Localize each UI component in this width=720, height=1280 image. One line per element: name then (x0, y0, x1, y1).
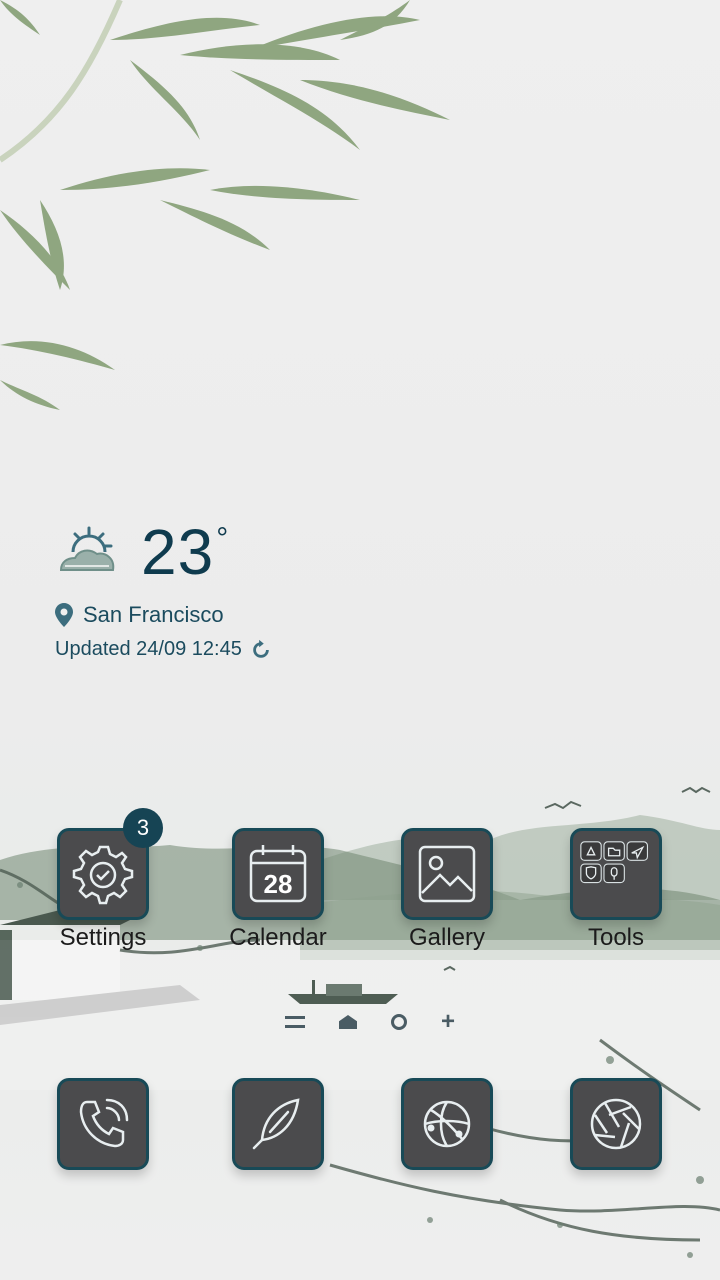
app-label: Gallery (408, 924, 486, 951)
phone-tile[interactable] (57, 1078, 149, 1170)
browser-tile[interactable] (401, 1078, 493, 1170)
dock-camera[interactable] (570, 1078, 662, 1170)
dock-browser[interactable] (401, 1078, 493, 1170)
calendar-day: 28 (264, 869, 293, 899)
app-gallery[interactable]: Gallery (401, 828, 493, 951)
notes-tile[interactable] (232, 1078, 324, 1170)
updated-time: Updated 24/09 12:45 (55, 638, 242, 660)
city-name: San Francisco (83, 602, 224, 627)
degree-symbol: ° (216, 522, 230, 555)
camera-tile[interactable] (570, 1078, 662, 1170)
refresh-icon[interactable] (250, 639, 272, 661)
aperture-icon (590, 1098, 642, 1150)
page-indicator-lines-icon (285, 1016, 305, 1028)
weather-widget[interactable]: 23° San Francisco Updated 24/09 12:45 (55, 520, 272, 661)
image-icon (418, 845, 476, 903)
folder-label: Tools (587, 924, 645, 951)
page-indicator-dot-icon (391, 1014, 407, 1030)
dock-notes[interactable] (232, 1078, 324, 1170)
folder-tile[interactable] (570, 828, 662, 920)
calendar-tile[interactable]: 28 (232, 828, 324, 920)
weather-main: 23° (55, 520, 272, 584)
phone-icon (79, 1098, 129, 1148)
notification-badge: 3 (123, 808, 163, 848)
temperature: 23° (141, 520, 229, 584)
folder-tools[interactable]: Tools (570, 828, 662, 951)
location-pin-icon (55, 603, 73, 627)
page-indicator[interactable]: + (285, 1010, 455, 1034)
temperature-value: 23 (141, 516, 215, 588)
dock-phone[interactable] (57, 1078, 149, 1170)
app-label: Settings (59, 924, 147, 951)
folder-icon (580, 841, 649, 884)
globe-icon (423, 1100, 471, 1148)
app-label: Calendar (229, 924, 327, 951)
feather-icon (252, 1098, 300, 1150)
page-indicator-plus-icon[interactable]: + (441, 1010, 455, 1034)
calendar-icon: 28 (249, 845, 307, 903)
app-calendar[interactable]: 28 Calendar (229, 828, 327, 951)
page-indicator-home-icon (339, 1015, 357, 1029)
partly-sunny-icon (59, 526, 115, 571)
gear-check-icon (72, 845, 134, 905)
gallery-tile[interactable] (401, 828, 493, 920)
app-settings[interactable]: 3 Settings (57, 808, 163, 951)
location: San Francisco (55, 602, 272, 628)
updated-row: Updated 24/09 12:45 (55, 638, 272, 661)
